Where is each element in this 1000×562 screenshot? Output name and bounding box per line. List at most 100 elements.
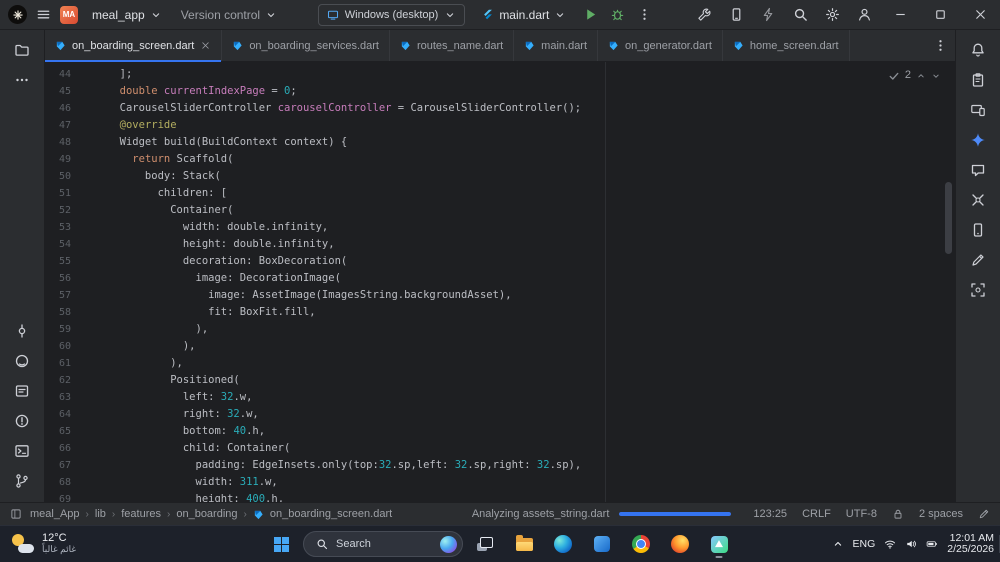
editor-scrollbar[interactable] <box>945 182 952 254</box>
code-line[interactable]: 62 Positioned( <box>45 372 955 389</box>
tab-routes_name.dart[interactable]: routes_name.dart <box>390 30 514 61</box>
tool-screenshot-button[interactable] <box>962 275 994 304</box>
code-line[interactable]: 53 width: double.infinity, <box>45 219 955 236</box>
build-tools-icon[interactable] <box>697 7 712 22</box>
readonly-lock-icon[interactable] <box>892 508 904 520</box>
weather-widget[interactable]: 12°C غائم غالباً <box>4 526 84 562</box>
app-blue-icon[interactable] <box>585 529 619 559</box>
code-line[interactable]: 46 CarouselSliderController carouselCont… <box>45 100 955 117</box>
search-icon[interactable] <box>793 7 808 22</box>
code-line[interactable]: 63 left: 32.w, <box>45 389 955 406</box>
task-view-icon[interactable] <box>468 529 502 559</box>
tab-home_screen.dart[interactable]: home_screen.dart <box>723 30 850 61</box>
tab-on_generator.dart[interactable]: on_generator.dart <box>598 30 723 61</box>
device-icon[interactable] <box>729 7 744 22</box>
taskbar-search[interactable]: Search <box>303 531 463 557</box>
code-line[interactable]: 56 image: DecorationImage( <box>45 270 955 287</box>
code-line[interactable]: 61 ), <box>45 355 955 372</box>
tool-app-insights-button[interactable] <box>962 185 994 214</box>
start-button[interactable] <box>264 529 298 559</box>
more-run-actions-icon[interactable] <box>637 7 652 22</box>
tool-logcat-button[interactable] <box>6 376 38 405</box>
language-indicator[interactable]: ENG <box>853 538 876 550</box>
vcs-selector[interactable]: Version control <box>176 5 282 25</box>
breadcrumb-item[interactable]: features <box>121 508 161 520</box>
caret-position[interactable]: 123:25 <box>753 508 787 520</box>
tab-on_boarding_screen.dart[interactable]: on_boarding_screen.dart <box>45 30 222 61</box>
line-separator[interactable]: CRLF <box>802 508 831 520</box>
project-selector[interactable]: meal_app <box>87 5 167 25</box>
code-line[interactable]: 49 return Scaffold( <box>45 151 955 168</box>
android-studio-icon[interactable] <box>702 529 736 559</box>
edge-icon[interactable] <box>546 529 580 559</box>
tool-device-manager-button[interactable] <box>962 215 994 244</box>
code-line[interactable]: 59 ), <box>45 321 955 338</box>
close-tab-icon[interactable] <box>200 40 211 51</box>
wifi-icon[interactable] <box>884 538 896 550</box>
code-editor[interactable]: 44 ];45 double currentIndexPage = 0;46 C… <box>45 62 955 502</box>
code-line[interactable]: 66 child: Container( <box>45 440 955 457</box>
breadcrumb-item[interactable]: on_boarding_screen.dart <box>270 508 392 520</box>
battery-icon[interactable] <box>926 538 938 550</box>
close-button[interactable] <box>973 7 988 22</box>
code-line[interactable]: 48 Widget build(BuildContext context) { <box>45 134 955 151</box>
code-line[interactable]: 54 height: double.infinity, <box>45 236 955 253</box>
chrome-icon[interactable] <box>624 529 658 559</box>
lightning-icon[interactable] <box>761 7 776 22</box>
code-line[interactable]: 44 ]; <box>45 66 955 83</box>
tool-more-tools-button[interactable] <box>6 65 38 94</box>
minimize-button[interactable] <box>893 7 908 22</box>
prev-problem-icon[interactable] <box>916 71 926 81</box>
debug-button[interactable] <box>610 7 625 22</box>
file-explorer-icon[interactable] <box>507 529 541 559</box>
tool-edit-button[interactable] <box>962 245 994 274</box>
code-line[interactable]: 69 height: 400.h, <box>45 491 955 502</box>
tool-gemini-button[interactable] <box>962 125 994 154</box>
code-line[interactable]: 55 decoration: BoxDecoration( <box>45 253 955 270</box>
account-icon[interactable] <box>857 7 872 22</box>
code-line[interactable]: 50 body: Stack( <box>45 168 955 185</box>
tool-notifications-button[interactable] <box>962 35 994 64</box>
tool-running-devices-button[interactable] <box>962 95 994 124</box>
code-line[interactable]: 67 padding: EdgeInsets.only(top:32.sp,le… <box>45 457 955 474</box>
next-problem-icon[interactable] <box>931 71 941 81</box>
tool-commit-button[interactable] <box>6 316 38 345</box>
maximize-button[interactable] <box>933 7 948 22</box>
code-line[interactable]: 47 @override <box>45 117 955 134</box>
code-line[interactable]: 45 double currentIndexPage = 0; <box>45 83 955 100</box>
status-edit-icon[interactable] <box>978 508 990 520</box>
indent-style[interactable]: 2 spaces <box>919 508 963 520</box>
firefox-icon[interactable] <box>663 529 697 559</box>
tool-problems-button[interactable] <box>6 406 38 435</box>
tab-main.dart[interactable]: main.dart <box>514 30 598 61</box>
tray-chevron-icon[interactable] <box>832 538 844 550</box>
tab-on_boarding_services.dart[interactable]: on_boarding_services.dart <box>222 30 390 61</box>
code-line[interactable]: 64 right: 32.w, <box>45 406 955 423</box>
tool-git-branch-button[interactable] <box>6 466 38 495</box>
code-line[interactable]: 51 children: [ <box>45 185 955 202</box>
tool-ai-chat-button[interactable] <box>962 155 994 184</box>
code-line[interactable]: 57 image: AssetImage(ImagesString.backgr… <box>45 287 955 304</box>
breadcrumb-item[interactable]: on_boarding <box>176 508 237 520</box>
breadcrumb-item[interactable]: meal_App <box>30 508 80 520</box>
tab-options-icon[interactable] <box>933 38 948 53</box>
encoding[interactable]: UTF-8 <box>846 508 877 520</box>
code-line[interactable]: 52 Container( <box>45 202 955 219</box>
device-selector[interactable]: Windows (desktop) <box>318 4 466 26</box>
clock[interactable]: 12:01 AM 2/25/2026 <box>947 533 994 556</box>
run-config-selector[interactable]: main.dart <box>477 5 571 25</box>
tool-project-button[interactable] <box>6 35 38 64</box>
breadcrumb-item[interactable]: lib <box>95 508 106 520</box>
inspections-widget[interactable]: 2 <box>888 67 941 84</box>
tool-github-button[interactable] <box>6 346 38 375</box>
volume-icon[interactable] <box>905 538 917 550</box>
code-line[interactable]: 65 bottom: 40.h, <box>45 423 955 440</box>
main-menu-icon[interactable] <box>36 7 51 22</box>
tool-assistant-button[interactable] <box>962 65 994 94</box>
tool-terminal-button[interactable] <box>6 436 38 465</box>
code-line[interactable]: 60 ), <box>45 338 955 355</box>
run-button[interactable] <box>583 7 598 22</box>
code-line[interactable]: 68 width: 311.w, <box>45 474 955 491</box>
app-logo-icon[interactable] <box>8 5 27 24</box>
code-line[interactable]: 58 fit: BoxFit.fill, <box>45 304 955 321</box>
